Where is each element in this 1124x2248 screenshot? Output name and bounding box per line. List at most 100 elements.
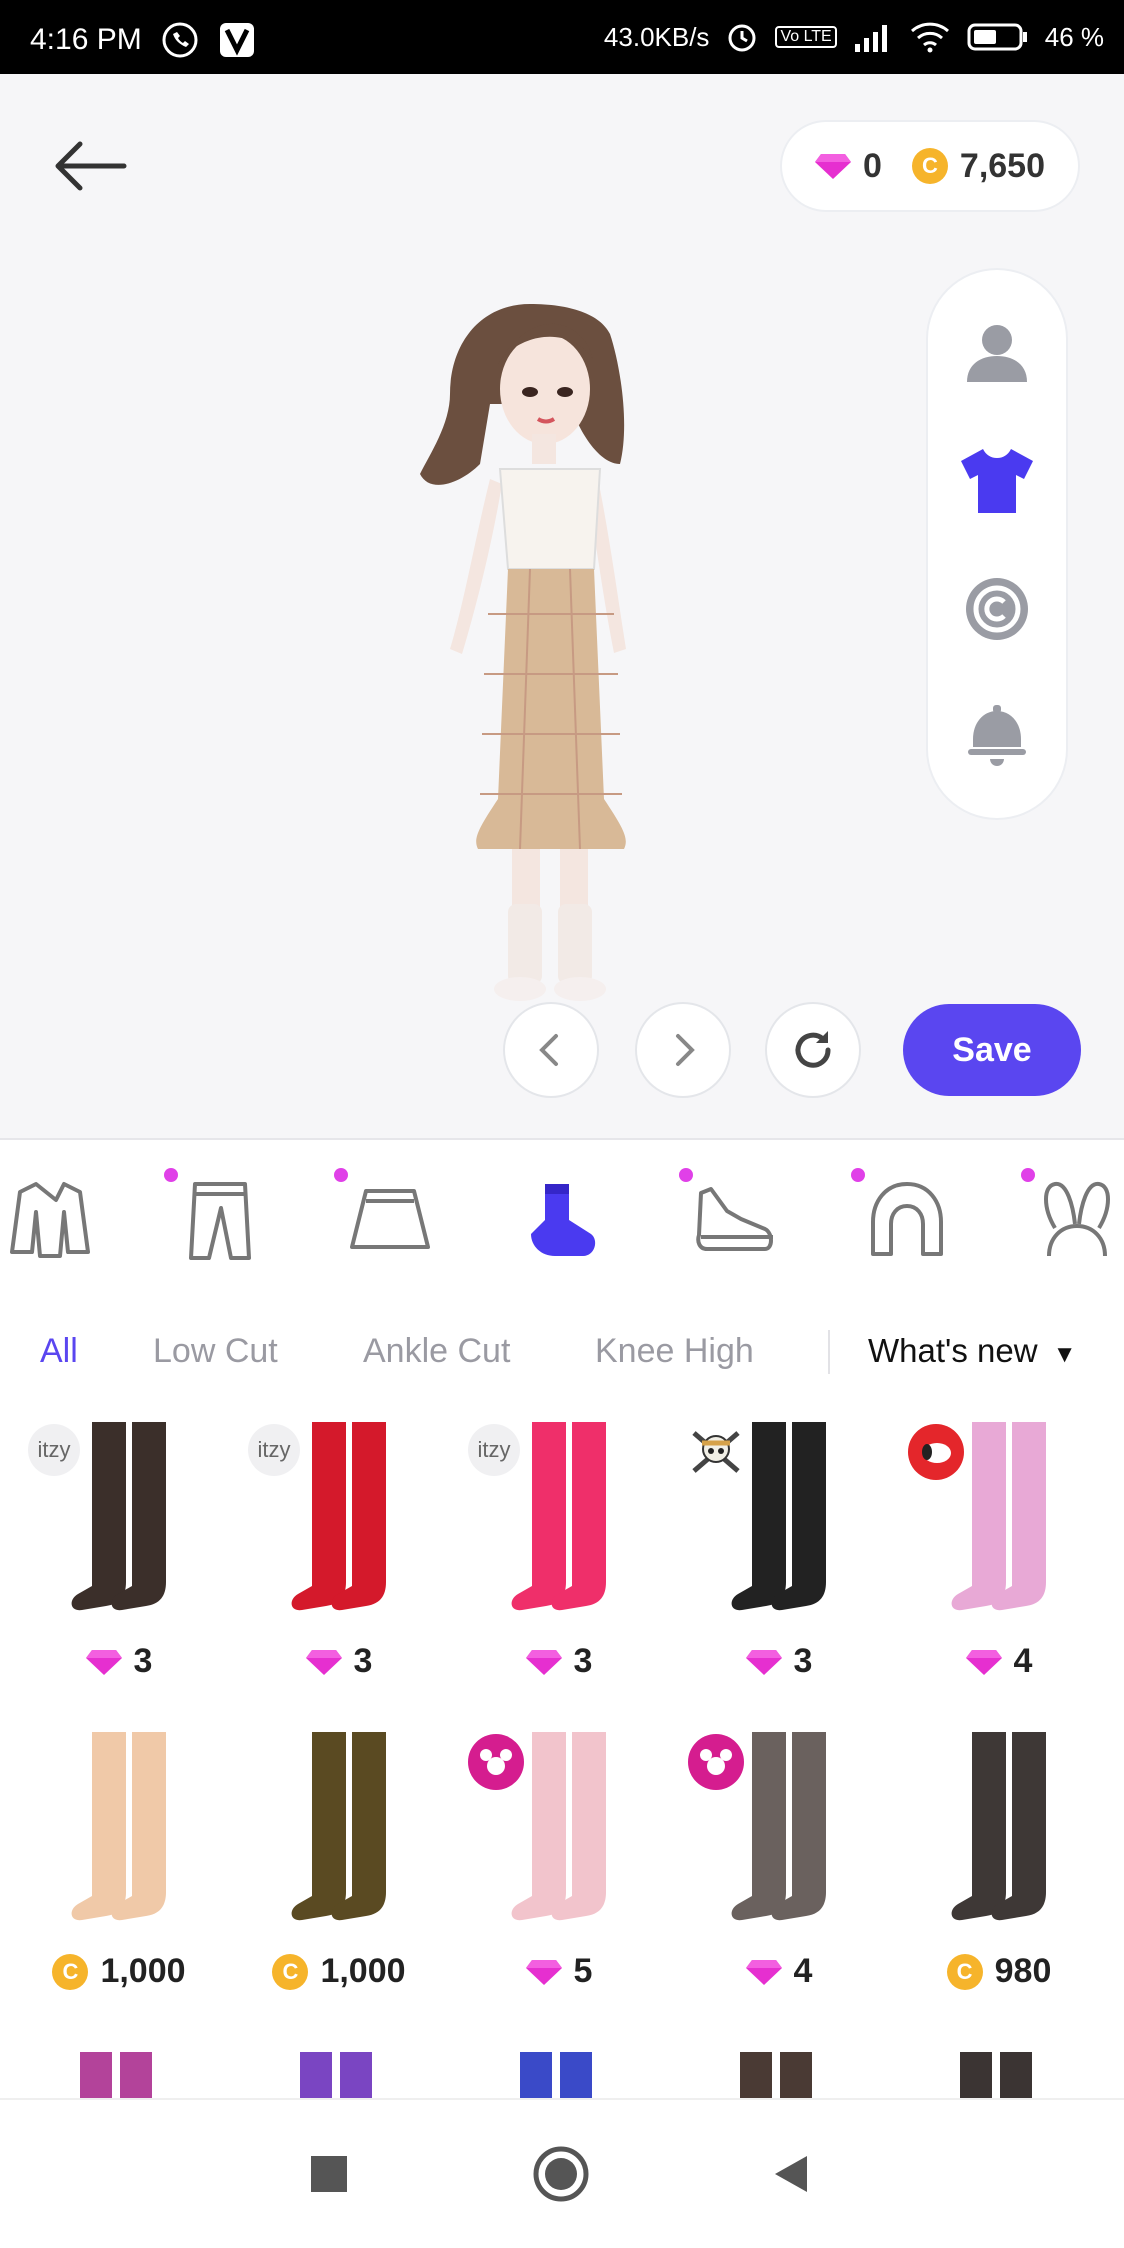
gem-icon <box>965 1649 1002 1675</box>
item-card-partial[interactable] <box>516 2052 602 2100</box>
skull-badge-icon <box>688 1424 744 1480</box>
back-arrow-icon <box>55 141 127 191</box>
item-card[interactable]: C 980 <box>894 1720 1104 2020</box>
item-card[interactable]: itzy 3 <box>454 1410 664 1710</box>
home-button[interactable] <box>531 2144 591 2204</box>
item-price-value: 1,000 <box>320 1952 406 1990</box>
item-price: 4 <box>674 1952 884 1991</box>
item-card[interactable]: 3 <box>674 1410 884 1710</box>
gem-count: 0 <box>862 146 882 185</box>
redo-button[interactable] <box>637 1004 729 1096</box>
category-headwear[interactable] <box>1021 1168 1124 1270</box>
save-button[interactable]: Save <box>903 1004 1081 1096</box>
avatar-controls: Save <box>0 1004 1124 1104</box>
refresh-icon <box>795 1031 831 1068</box>
item-price-value: 5 <box>573 1952 593 1990</box>
item-card[interactable]: itzy 3 <box>14 1410 224 1710</box>
category-jacket[interactable] <box>0 1170 100 1270</box>
back-nav-button[interactable] <box>761 2144 821 2204</box>
item-card[interactable]: 4 <box>894 1410 1104 1710</box>
item-price: 5 <box>454 1952 664 1991</box>
item-price-value: 3 <box>133 1642 153 1680</box>
gem-icon <box>305 1649 342 1675</box>
category-socks[interactable] <box>512 1170 612 1270</box>
new-dot <box>164 1168 178 1182</box>
item-card[interactable]: C 1,000 <box>234 1720 444 2020</box>
gem-icon <box>745 1959 782 1985</box>
item-card-partial[interactable] <box>296 2052 382 2100</box>
item-card[interactable]: 4 <box>674 1720 884 2020</box>
reset-button[interactable] <box>767 1004 859 1096</box>
subcategory-filters: All Low Cut Ankle Cut Knee High What's n… <box>0 1300 1124 1410</box>
filter-low-cut[interactable]: Low Cut <box>153 1332 278 1371</box>
wallet-balance[interactable]: 0 C 7,650 <box>782 122 1078 210</box>
item-card-partial[interactable] <box>76 2052 162 2100</box>
item-card-partial[interactable] <box>736 2052 822 2100</box>
wifi-icon <box>909 21 951 53</box>
status-time: 4:16 PM <box>30 23 142 56</box>
item-price: 3 <box>234 1642 444 1681</box>
sort-dropdown[interactable]: What's new ▼ <box>868 1332 1076 1370</box>
sneaker-icon <box>696 1187 773 1251</box>
undo-button[interactable] <box>505 1004 597 1096</box>
filter-all[interactable]: All <box>40 1332 78 1371</box>
item-card[interactable]: 5 <box>454 1720 664 2020</box>
square-icon <box>311 2156 347 2192</box>
sock-thumbnail <box>291 1732 386 1921</box>
item-card-partial[interactable] <box>956 2052 1042 2100</box>
battery-percent: 46 % <box>1044 21 1104 52</box>
recents-button[interactable] <box>299 2144 359 2204</box>
alarm-icon <box>725 20 759 54</box>
coin-count: 7,650 <box>959 146 1045 185</box>
sock-thumbnail <box>520 2052 592 2100</box>
item-price-value: 1,000 <box>100 1952 186 1990</box>
dropdown-caret-icon: ▼ <box>1052 1341 1077 1368</box>
bell-icon <box>968 704 1026 766</box>
new-dot <box>851 1168 865 1182</box>
item-price: C 980 <box>894 1952 1104 1991</box>
item-price: C 1,000 <box>14 1952 224 1991</box>
shirt-icon <box>961 448 1033 513</box>
profile-view-button[interactable] <box>957 311 1037 391</box>
outfit-view-button[interactable] <box>957 440 1037 520</box>
snoopy-badge-icon <box>908 1424 964 1480</box>
bunny-ears-icon <box>1044 1182 1110 1257</box>
item-price: 3 <box>14 1642 224 1681</box>
chevron-right-icon <box>676 1034 695 1066</box>
avatar-stage: 0 C 7,650 Save <box>0 74 1124 1138</box>
item-price-value: 3 <box>353 1642 373 1680</box>
back-button[interactable] <box>50 136 130 196</box>
pants-icon <box>189 1182 251 1260</box>
whatsapp-icon <box>160 20 200 60</box>
signal-icon <box>853 22 893 52</box>
system-nav-bar <box>0 2100 1124 2248</box>
gem-icon <box>85 1649 122 1675</box>
filter-ankle-cut[interactable]: Ankle Cut <box>363 1332 510 1371</box>
filter-separator <box>828 1330 830 1374</box>
gem-icon <box>525 1649 562 1675</box>
coin-icon: C <box>911 148 948 184</box>
item-price: C 1,000 <box>234 1952 444 1991</box>
v-app-icon <box>218 21 256 59</box>
mickey-badge-icon <box>468 1734 524 1790</box>
category-shoes[interactable] <box>679 1168 785 1270</box>
item-price: 3 <box>454 1642 664 1681</box>
sock-thumbnail <box>960 2052 1032 2100</box>
category-skirt[interactable] <box>334 1168 440 1270</box>
item-card[interactable]: C 1,000 <box>14 1720 224 2020</box>
item-card[interactable]: itzy 3 <box>234 1410 444 1710</box>
filter-knee-high[interactable]: Knee High <box>595 1332 754 1371</box>
category-pants[interactable] <box>164 1168 270 1270</box>
category-hair[interactable] <box>851 1168 957 1270</box>
mickey-badge-icon <box>688 1734 744 1790</box>
bell-view-button[interactable] <box>957 698 1037 778</box>
category-bar <box>0 1140 1124 1300</box>
gem-icon <box>745 1649 782 1675</box>
jacket-icon <box>10 1182 90 1258</box>
coin-icon: C <box>946 1953 983 1990</box>
net-speed: 43.0KB/s <box>603 21 710 52</box>
coin-view-button[interactable] <box>957 569 1037 649</box>
sock-thumbnail <box>300 2052 372 2100</box>
item-grid: itzy 3 itzy 3 itzy 3 3 4 C 1,000 C 1,000 5 4 C 980 <box>0 1410 1124 2100</box>
person-icon <box>967 324 1027 382</box>
